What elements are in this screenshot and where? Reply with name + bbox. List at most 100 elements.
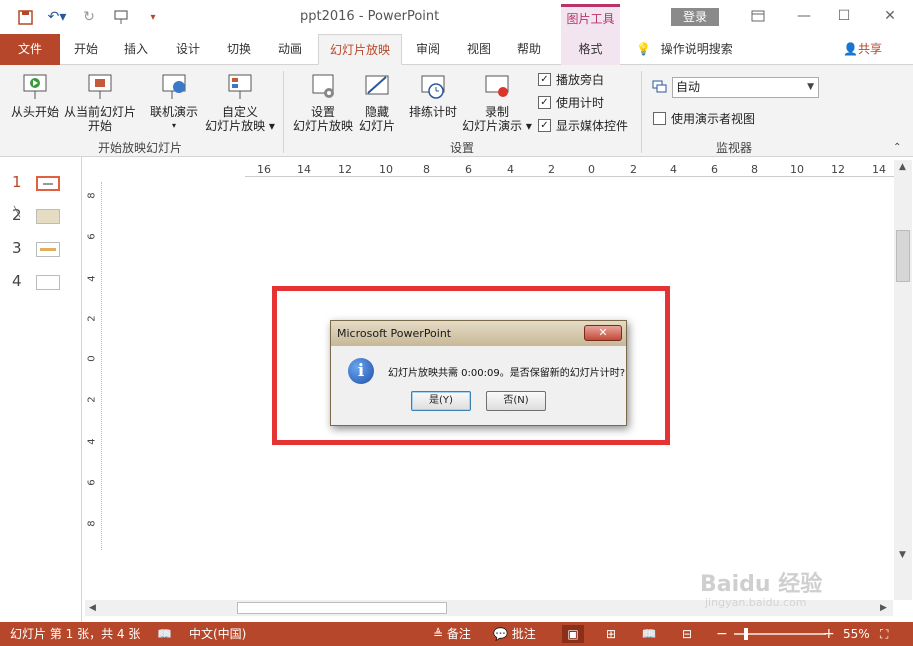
chevron-down-icon: ▼: [807, 82, 814, 92]
ruler-tick: 4: [86, 275, 98, 282]
scroll-left-icon[interactable]: ◀: [89, 603, 96, 613]
record-icon: [483, 73, 511, 101]
slide-preview: [36, 176, 60, 191]
reading-view-icon[interactable]: 📖: [638, 625, 660, 643]
from-beginning-button[interactable]: 从头开始: [6, 73, 64, 119]
comments-label: 批注: [511, 627, 536, 641]
scroll-up-icon[interactable]: ▲: [899, 162, 906, 172]
checkmark-icon: ✓: [538, 96, 551, 109]
tab-format[interactable]: 格式: [561, 34, 620, 65]
play-from-current-icon: [86, 73, 114, 101]
checkmark-icon: ✓: [538, 119, 551, 132]
tab-slideshow[interactable]: 幻灯片放映: [318, 34, 402, 65]
tab-home[interactable]: 开始: [62, 34, 110, 65]
comments-button[interactable]: 💬 批注: [493, 622, 536, 646]
tell-me-search[interactable]: 💡 操作说明搜索: [636, 34, 733, 65]
from-current-button[interactable]: 从当前幻灯片 开始: [62, 73, 138, 133]
hidden-slide-icon: ╲: [14, 207, 21, 218]
yes-button[interactable]: 是(Y): [411, 391, 471, 411]
slide-thumbnail-pane: 1 2 ╲ 3 4: [0, 157, 82, 622]
ruler-tick: 8: [86, 192, 98, 199]
present-online-button[interactable]: 联机演示 ▾: [146, 73, 202, 133]
scroll-down-icon[interactable]: ▼: [899, 550, 906, 560]
share-button[interactable]: 👤共享: [843, 34, 882, 65]
dialog-close-icon[interactable]: ✕: [584, 325, 622, 341]
close-icon[interactable]: ✕: [867, 4, 913, 28]
presenter-view-checkbox[interactable]: 使用演示者视图: [653, 110, 755, 127]
status-bar: 幻灯片 第 1 张，共 4 张 📖 中文(中国) ≜ 备注 💬 批注 ▣ ⊞ 📖…: [0, 622, 913, 646]
start-group-label: 开始放映幻灯片: [98, 141, 183, 155]
record-label-1: 录制: [484, 105, 509, 119]
setup-label-1: 设置: [310, 105, 335, 119]
ruler-tick: 2: [548, 163, 555, 176]
normal-view-icon[interactable]: ▣: [562, 625, 584, 643]
collapse-ribbon-icon[interactable]: ⌃: [893, 142, 901, 153]
from-beginning-label: 从头开始: [10, 105, 59, 119]
ruler-tick: 10: [790, 163, 804, 176]
zoom-out-icon[interactable]: −: [716, 622, 728, 646]
ribbon-display-options-icon[interactable]: [735, 4, 781, 28]
scroll-right-icon[interactable]: ▶: [880, 603, 887, 613]
slide-count: 幻灯片 第 1 张，共 4 张: [10, 627, 141, 641]
customize-qat-icon[interactable]: ▾: [142, 6, 164, 28]
tab-file[interactable]: 文件: [0, 34, 60, 65]
setup-group-label: 设置: [450, 141, 475, 155]
fit-to-window-icon[interactable]: ⛶: [880, 622, 888, 646]
zoom-in-icon[interactable]: +: [823, 622, 835, 646]
use-timings-label: 使用计时: [556, 96, 605, 110]
slide-number: 4: [12, 272, 22, 290]
zoom-level[interactable]: 55%: [843, 622, 870, 646]
person-icon: 👤: [843, 42, 858, 56]
custom-show-icon: [226, 73, 254, 101]
scroll-thumb[interactable]: [896, 230, 910, 282]
undo-icon[interactable]: ↶▾: [46, 6, 68, 28]
notes-icon: ≜: [433, 627, 444, 641]
maximize-icon[interactable]: ☐: [821, 4, 867, 28]
share-label: 共享: [857, 42, 882, 56]
monitor-select[interactable]: 自动 ▼: [672, 77, 819, 98]
custom-slideshow-button[interactable]: 自定义 幻灯片放映 ▾: [202, 73, 278, 133]
tab-view[interactable]: 视图: [456, 34, 502, 65]
notes-button[interactable]: ≜ 备注: [433, 622, 471, 646]
vertical-scrollbar[interactable]: ▲ ▼: [894, 160, 912, 600]
hide-slide-icon: [363, 73, 391, 101]
slide-sorter-view-icon[interactable]: ⊞: [600, 625, 622, 643]
tab-animations[interactable]: 动画: [266, 34, 314, 65]
tell-me-label: 操作说明搜索: [660, 42, 733, 56]
rehearse-timings-button[interactable]: 排练计时: [403, 73, 463, 119]
redo-icon[interactable]: ↻: [78, 6, 100, 28]
dialog-body: i 幻灯片放映共需 0:00:09。是否保留新的幻灯片计时? 是(Y) 否(N): [336, 346, 625, 421]
info-icon: i: [348, 358, 374, 384]
slideshow-view-icon[interactable]: ⊟: [676, 625, 698, 643]
tab-transitions[interactable]: 切换: [215, 34, 263, 65]
play-narration-label: 播放旁白: [556, 73, 605, 87]
tab-review[interactable]: 审阅: [405, 34, 451, 65]
presentation-icon[interactable]: [110, 6, 132, 28]
quick-access-toolbar: ↶▾ ↻ ▾: [14, 6, 164, 28]
tab-design[interactable]: 设计: [164, 34, 212, 65]
scroll-thumb[interactable]: [237, 602, 447, 614]
play-narration-checkbox[interactable]: ✓ 播放旁白: [538, 71, 604, 88]
show-media-controls-checkbox[interactable]: ✓ 显示媒体控件: [538, 117, 628, 134]
record-slideshow-button[interactable]: 录制 幻灯片演示 ▾: [460, 73, 534, 133]
hide-slide-button[interactable]: 隐藏 幻灯片: [356, 73, 398, 133]
language-indicator[interactable]: 中文(中国): [189, 622, 246, 646]
ruler-tick: 0: [86, 355, 98, 362]
powerpoint-window: ↶▾ ↻ ▾ ppt2016 - PowerPoint 图片工具 登录 — ☐ …: [0, 0, 913, 646]
save-icon[interactable]: [14, 6, 36, 28]
tab-help[interactable]: 帮助: [506, 34, 552, 65]
monitor-value: 自动: [676, 80, 701, 94]
use-timings-checkbox[interactable]: ✓ 使用计时: [538, 94, 604, 111]
no-button[interactable]: 否(N): [486, 391, 546, 411]
login-button[interactable]: 登录: [671, 8, 719, 26]
tab-insert[interactable]: 插入: [112, 34, 160, 65]
ruler-tick: 6: [711, 163, 718, 176]
slide-number: 3: [12, 239, 22, 257]
zoom-slider-thumb[interactable]: [744, 628, 748, 640]
setup-slideshow-button[interactable]: 设置 幻灯片放映: [290, 73, 356, 133]
dialog-message: 幻灯片放映共需 0:00:09。是否保留新的幻灯片计时?: [388, 368, 626, 379]
hide-slide-label-1: 隐藏: [364, 105, 389, 119]
spellcheck-icon[interactable]: 📖: [157, 622, 172, 646]
ruler-tick: 6: [465, 163, 472, 176]
group-separator: [283, 71, 284, 153]
